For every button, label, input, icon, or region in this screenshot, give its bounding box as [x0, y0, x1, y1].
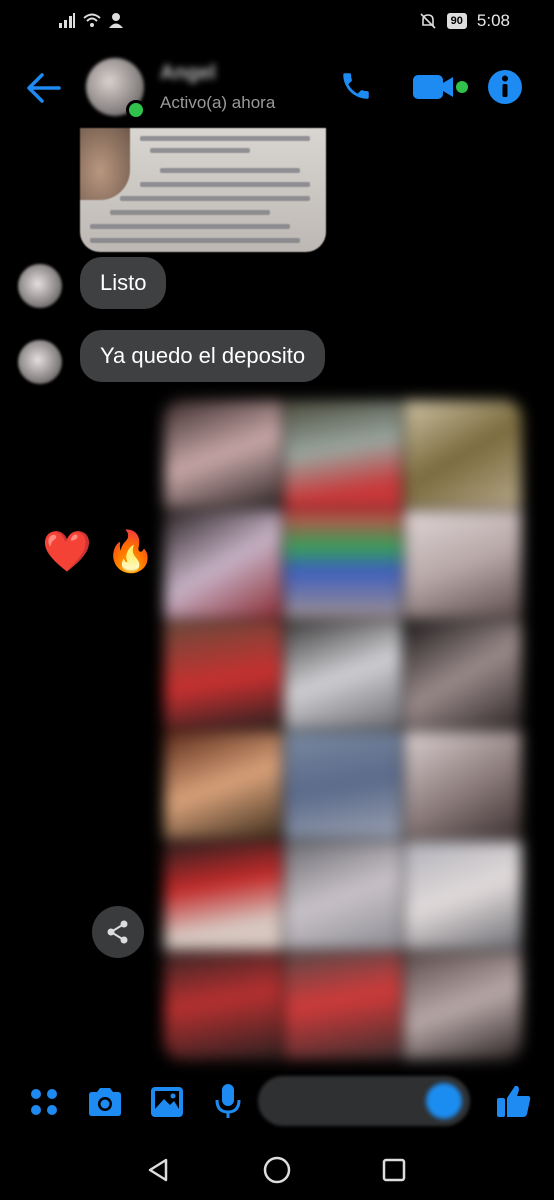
active-status: Activo(a) ahora — [160, 93, 276, 112]
fire-reaction[interactable]: 🔥 — [106, 528, 156, 575]
photo-tile — [164, 510, 282, 619]
message-bubble[interactable]: Ya quedo el deposito — [80, 330, 326, 382]
info-button[interactable] — [484, 66, 526, 108]
voice-button[interactable] — [208, 1080, 248, 1122]
share-button[interactable] — [92, 906, 144, 958]
wifi-icon — [83, 13, 101, 27]
photo-tile — [284, 400, 402, 509]
video-camera-icon — [413, 75, 468, 99]
online-indicator — [126, 100, 146, 120]
nav-home-button[interactable] — [259, 1152, 295, 1188]
photo-tile — [164, 731, 282, 840]
status-left-icons — [58, 12, 126, 28]
sender-avatar[interactable] — [18, 264, 62, 308]
photo-tile — [284, 951, 402, 1060]
like-button[interactable] — [492, 1080, 536, 1122]
reaction-row: ❤️ 🔥 — [42, 528, 156, 575]
photo-tile — [164, 400, 282, 509]
emoji-icon[interactable] — [426, 1083, 462, 1119]
photo-tile — [164, 841, 282, 950]
photo-tile — [284, 841, 402, 950]
nav-recents-button[interactable] — [376, 1152, 412, 1188]
battery-icon: 90 — [446, 13, 467, 29]
photo-tile — [404, 620, 522, 729]
photo-tile — [404, 841, 522, 950]
person-status-icon — [109, 13, 123, 28]
camera-icon — [89, 1088, 121, 1116]
photo-tile — [404, 951, 522, 1060]
back-button[interactable] — [24, 68, 64, 108]
info-icon — [488, 70, 522, 104]
sender-avatar[interactable] — [18, 340, 62, 384]
home-circle-icon — [263, 1156, 291, 1184]
photo-tile — [404, 400, 522, 509]
receipt-image-message[interactable] — [80, 128, 326, 252]
photo-tile — [164, 620, 282, 729]
menu-dots-icon — [31, 1089, 57, 1115]
share-icon — [107, 920, 128, 944]
call-button[interactable] — [336, 66, 376, 106]
photo-tile — [164, 951, 282, 1060]
heart-reaction[interactable]: ❤️ — [42, 528, 92, 575]
recents-square-icon — [382, 1158, 406, 1182]
photo-tile — [404, 731, 522, 840]
clock: 5:08 — [476, 11, 510, 30]
status-bar: 90 5:08 — [0, 0, 554, 44]
camera-button[interactable] — [84, 1082, 126, 1122]
more-actions-button[interactable] — [24, 1082, 64, 1122]
gallery-button[interactable] — [146, 1082, 188, 1122]
photo-tile — [284, 510, 402, 619]
phone-icon — [343, 73, 369, 99]
nav-back-button[interactable] — [140, 1152, 176, 1188]
gallery-icon — [151, 1087, 183, 1117]
like-icon — [497, 1085, 531, 1117]
photo-tile — [284, 731, 402, 840]
video-call-button[interactable] — [410, 68, 472, 106]
photo-tile — [284, 620, 402, 729]
photo-collage-message[interactable] — [164, 400, 522, 1060]
contact-name[interactable]: Angel — [160, 62, 216, 85]
message-bubble[interactable]: Listo — [80, 257, 167, 309]
microphone-icon — [215, 1084, 241, 1118]
mute-bell-icon — [420, 13, 436, 29]
finger-in-photo — [80, 128, 130, 200]
status-right-icons: 90 5:08 — [419, 11, 510, 31]
back-arrow-icon — [27, 73, 61, 103]
photo-tile — [404, 510, 522, 619]
signal-icon — [59, 13, 75, 28]
back-triangle-icon — [148, 1158, 168, 1182]
